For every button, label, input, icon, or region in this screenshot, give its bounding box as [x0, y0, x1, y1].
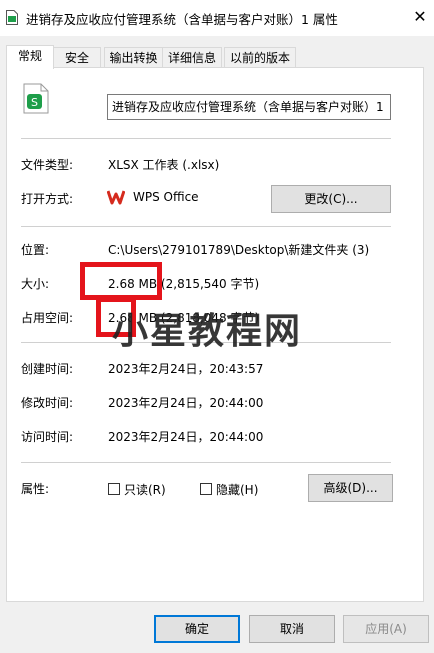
tab-previous-versions[interactable]: 以前的版本	[224, 47, 296, 68]
apply-button[interactable]: 应用(A)	[343, 615, 429, 643]
cancel-button[interactable]: 取消	[249, 615, 335, 643]
attributes-label: 属性:	[21, 482, 50, 496]
modified-value: 2023年2月24日，20:44:00	[108, 396, 264, 410]
open-with-label: 打开方式:	[21, 192, 74, 206]
ok-button[interactable]: 确定	[154, 615, 240, 643]
created-value: 2023年2月24日，20:43:57	[108, 362, 264, 376]
open-with-app: WPS Office	[133, 190, 199, 204]
location-label: 位置:	[21, 243, 50, 257]
tab-security[interactable]: 安全	[53, 47, 101, 68]
readonly-label[interactable]: 只读(R)	[124, 481, 166, 498]
window-title: 进销存及应收应付管理系统（含单据与客户对账）1 属性	[26, 12, 338, 27]
change-button[interactable]: 更改(C)...	[271, 185, 391, 213]
accessed-value: 2023年2月24日，20:44:00	[108, 430, 264, 444]
location-value: C:\Users\279101789\Desktop\新建文件夹 (3)	[108, 243, 370, 257]
xlsx-file-icon: S	[23, 83, 49, 114]
accessed-label: 访问时间:	[21, 430, 74, 444]
title-bar: 进销存及应收应付管理系统（含单据与客户对账）1 属性 ✕	[0, 0, 434, 36]
divider	[21, 462, 391, 463]
watermark: 小星教程网	[112, 311, 303, 352]
file-type-label: 文件类型:	[21, 158, 74, 172]
divider	[21, 226, 391, 227]
highlight-box	[80, 262, 162, 300]
size-on-disk-label: 占用空间:	[21, 311, 74, 325]
wps-logo-icon	[107, 190, 125, 205]
advanced-button[interactable]: 高级(D)...	[308, 474, 393, 502]
readonly-checkbox[interactable]	[108, 483, 120, 495]
file-name-field[interactable]: 进销存及应收应付管理系统（含单据与客户对账）1	[107, 94, 391, 120]
tab-convert[interactable]: 输出转换	[104, 47, 163, 68]
modified-label: 修改时间:	[21, 396, 74, 410]
close-button[interactable]: ✕	[406, 0, 434, 36]
spreadsheet-file-icon	[6, 10, 18, 25]
created-label: 创建时间:	[21, 362, 74, 376]
svg-text:S: S	[31, 96, 38, 109]
hidden-checkbox[interactable]	[200, 483, 212, 495]
tab-details[interactable]: 详细信息	[162, 47, 222, 68]
size-label: 大小:	[21, 277, 50, 291]
file-type-value: XLSX 工作表 (.xlsx)	[108, 158, 220, 172]
tab-general[interactable]: 常规	[6, 45, 54, 69]
divider	[21, 138, 391, 139]
hidden-label[interactable]: 隐藏(H)	[216, 481, 258, 498]
